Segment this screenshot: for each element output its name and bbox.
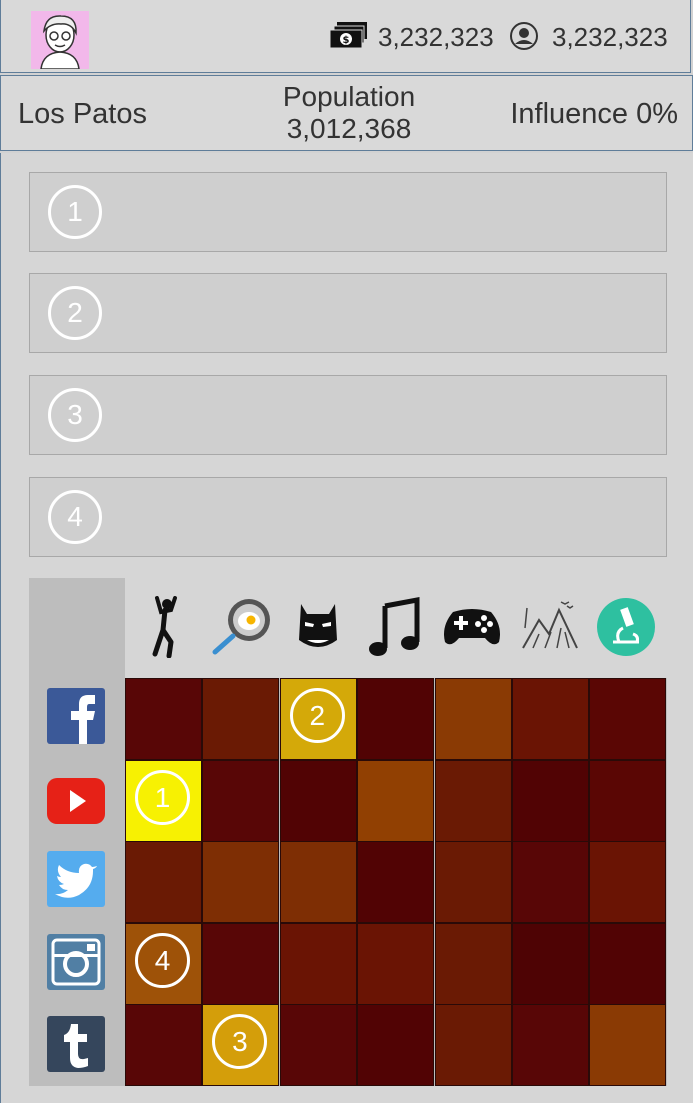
influence-grid: 2 1 43 [29,578,667,1087]
slot-number: 3 [48,388,102,442]
grid-cell[interactable] [202,678,280,760]
dance-icon[interactable] [131,596,197,659]
slot-marker: 1 [135,769,190,825]
instagram-icon[interactable] [47,934,105,990]
grid-cell[interactable]: 4 [125,922,202,1005]
population-label: Population [282,81,416,112]
campaign-slot-4[interactable]: 4 [29,477,667,557]
grid-cell[interactable] [357,1004,435,1087]
grid-cell[interactable] [357,678,435,760]
top-bar: $ 3,232,323 3,232,323 [0,0,691,73]
grid-cell[interactable] [357,922,435,1005]
population: Population 3,012,368 [249,81,449,145]
followers-value: 3,232,323 [552,22,668,52]
slot-marker: 4 [135,932,190,988]
grid-cell[interactable] [434,1004,512,1087]
grid-cell[interactable] [434,841,512,924]
music-icon[interactable] [363,596,429,658]
slot-marker: 3 [212,1014,268,1070]
grid-cell[interactable] [357,841,435,924]
grid-cell[interactable] [512,1004,589,1087]
grid-cell[interactable] [512,759,589,842]
network-column [29,678,125,1086]
grid-cell[interactable] [512,841,589,924]
grid-cell[interactable] [357,759,435,842]
grid-cell[interactable] [125,678,202,760]
player-avatar[interactable] [31,11,89,69]
grid-cell[interactable] [589,759,667,842]
category-header [125,578,667,678]
slot-number: 2 [48,286,102,340]
svg-text:$: $ [343,35,350,46]
grid-cell[interactable] [589,678,667,760]
grid-cell[interactable] [279,759,357,842]
city-info-bar: Los Patos Population 3,012,368 Influence… [0,75,693,151]
youtube-icon[interactable] [47,773,105,829]
nature-icon[interactable] [517,596,583,658]
person-badge-icon [509,22,539,55]
cash-stack-icon: $ [329,22,369,55]
grid-cell[interactable] [279,1004,357,1087]
science-icon[interactable] [593,596,659,658]
grid-cell[interactable] [125,841,202,924]
superhero-icon[interactable] [285,596,351,658]
slot-number: 4 [48,490,102,544]
grid-cell[interactable] [589,922,667,1005]
grid-cell[interactable] [512,922,589,1005]
grid-cell[interactable] [125,1004,202,1087]
cooking-icon[interactable] [209,596,275,658]
gaming-icon[interactable] [439,596,505,658]
tumblr-icon[interactable] [47,1016,105,1072]
grid-cell[interactable] [434,678,512,760]
slot-marker: 2 [289,688,345,743]
campaign-slot-2[interactable]: 2 [29,273,667,353]
campaign-slot-1[interactable]: 1 [29,172,667,252]
grid-cell[interactable] [512,678,589,760]
grid-cell[interactable] [279,922,357,1005]
grid-cell[interactable] [202,841,280,924]
city-name: Los Patos [18,98,147,130]
grid-cell[interactable] [279,841,357,924]
grid-cell[interactable]: 2 [279,678,357,760]
grid-cell[interactable] [202,759,280,842]
campaign-slot-3[interactable]: 3 [29,375,667,455]
grid-cell[interactable]: 1 [125,759,202,842]
facebook-icon[interactable] [47,688,105,744]
grid-cell[interactable]: 3 [202,1004,280,1087]
money-value: 3,232,323 [378,22,494,52]
grid-cell[interactable] [589,841,667,924]
grid-cell[interactable] [589,1004,667,1087]
influence-value: Influence 0% [510,98,678,130]
grid-cell[interactable] [434,759,512,842]
grid-cell[interactable] [202,922,280,1005]
population-value: 3,012,368 [286,113,412,144]
twitter-icon[interactable] [47,851,105,907]
slot-number: 1 [48,185,102,239]
grid-cell[interactable] [434,922,512,1005]
